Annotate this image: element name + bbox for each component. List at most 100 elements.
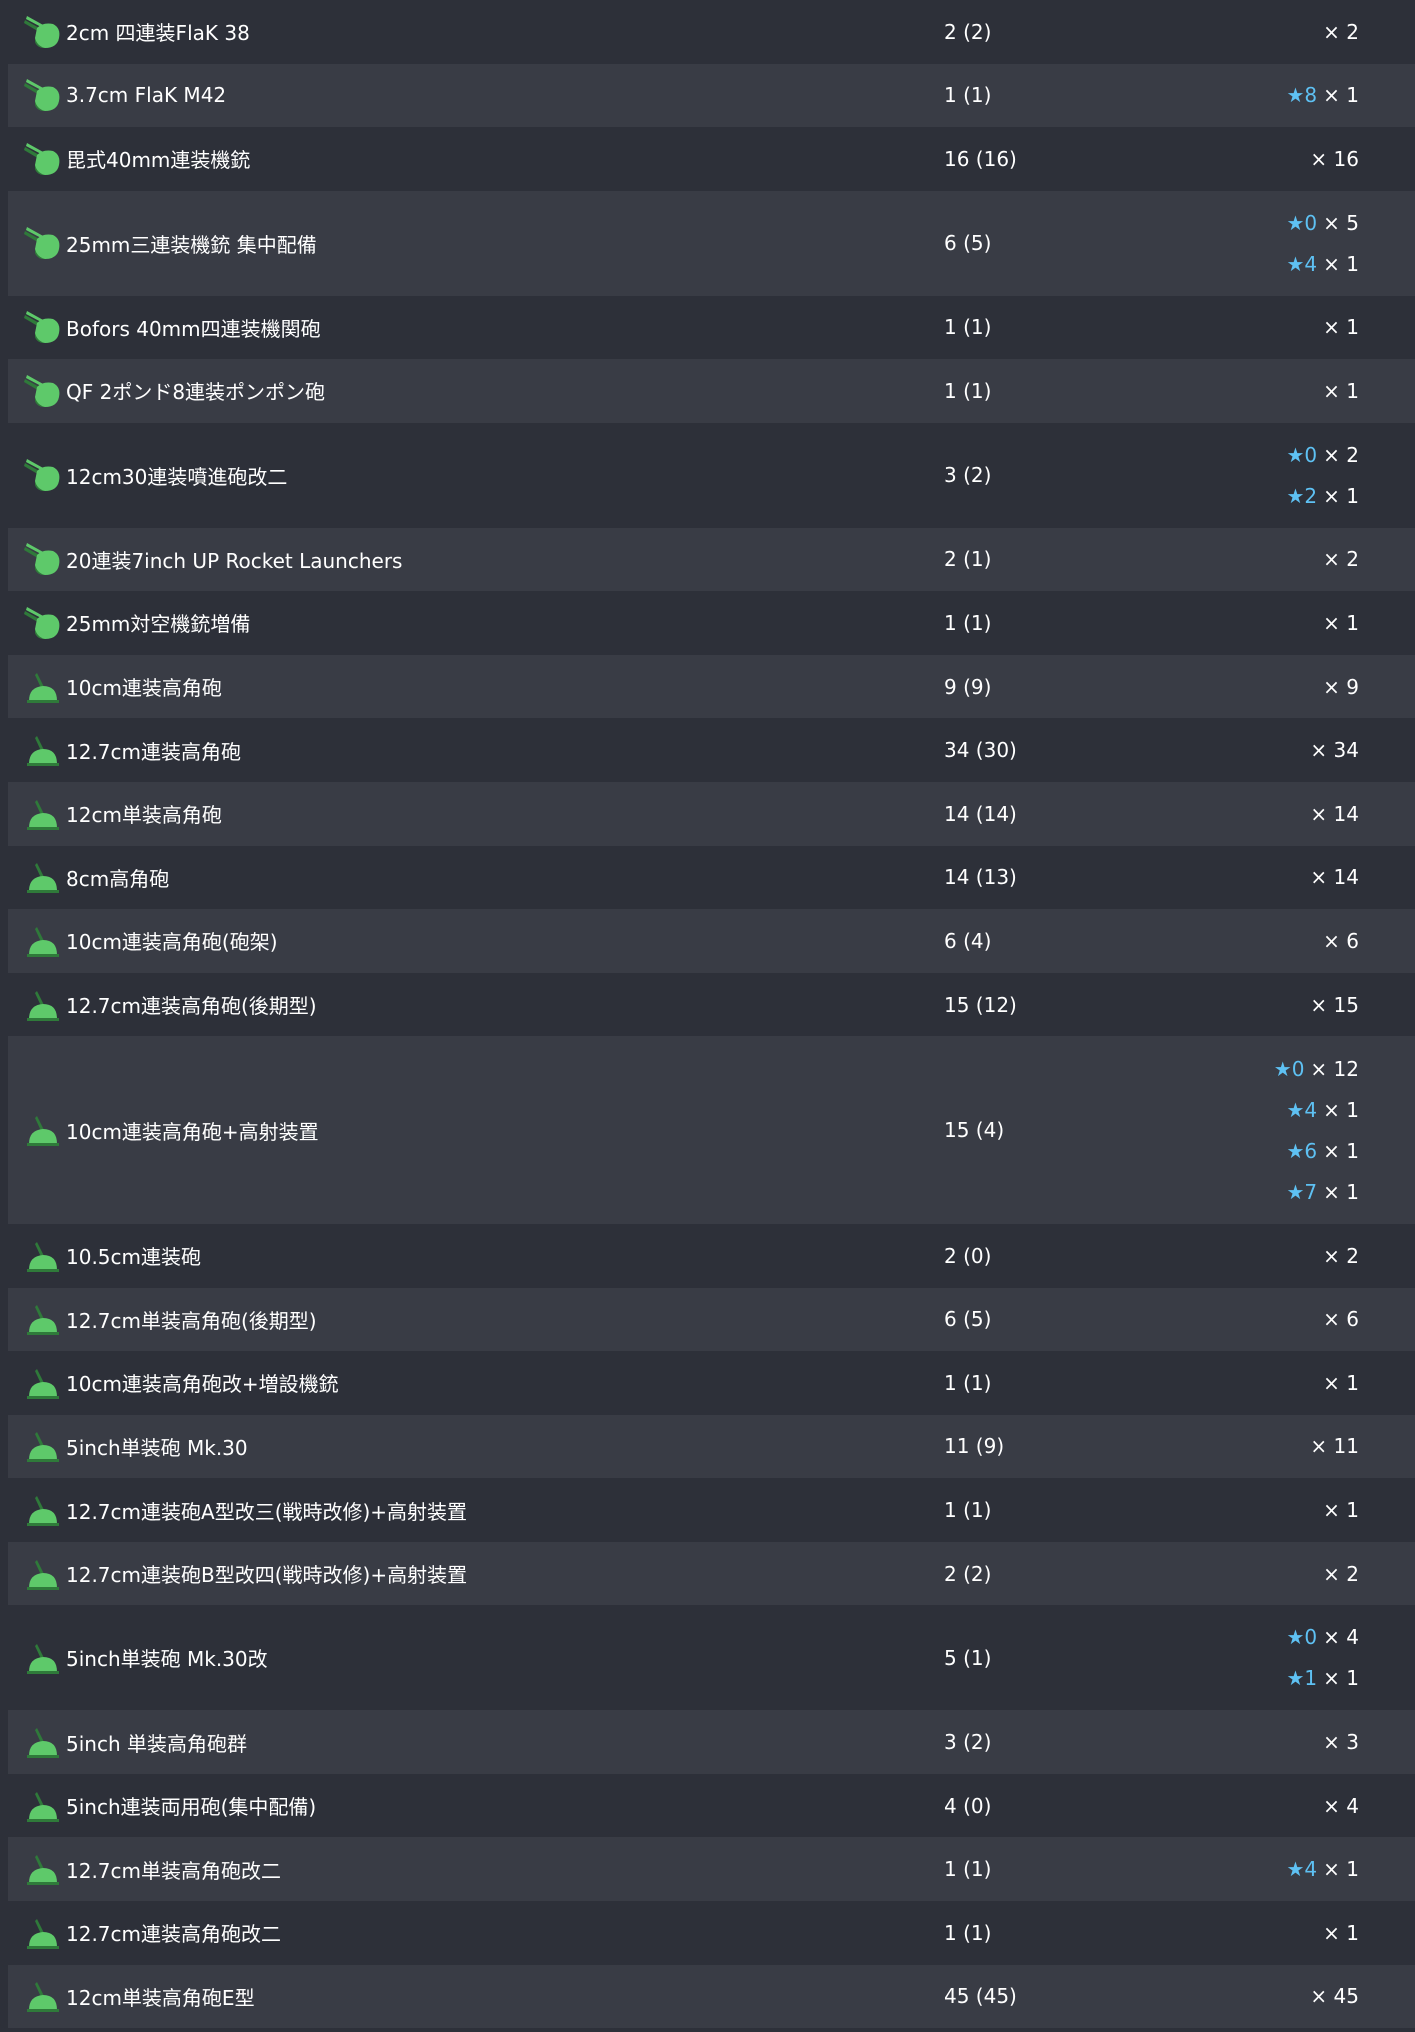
equipment-name-cell: 5inch連装両用砲(集中配備) (8, 1786, 944, 1826)
equipment-name: 10cm連装高角砲改+増設機銃 (66, 1372, 339, 1397)
high-angle-gun-icon (20, 1236, 66, 1276)
equipment-name-cell: 12cm単装高角砲 (8, 794, 944, 834)
improvement-multiplier: × 34 (1310, 738, 1359, 763)
equipment-name: 12.7cm単装高角砲改二 (66, 1858, 282, 1883)
equipment-name: 毘式40mm連装機銃 (66, 148, 251, 173)
high-angle-gun-icon (20, 1363, 66, 1403)
equipment-count: 2 (0) (944, 1243, 992, 1268)
improvement-breakdown: ★8 × 1 (1287, 75, 1360, 116)
equipment-count: 1 (1) (944, 83, 992, 108)
equipment-name: 12cm30連装噴進砲改二 (66, 464, 288, 489)
improvement-multiplier: × 1 (1323, 315, 1359, 340)
equipment-name: 10cm連装高角砲(砲架) (66, 930, 278, 955)
improvement-line: ★2 × 1 (1287, 475, 1360, 516)
high-angle-gun-icon (20, 1490, 66, 1530)
improvement-breakdown: ★4 × 1 (1287, 1849, 1360, 1890)
equipment-count: 15 (12) (944, 992, 1017, 1017)
improvement-line: × 9 (1292, 666, 1359, 707)
equipment-count: 9 (9) (944, 674, 992, 699)
improvement-breakdown: × 2 (1292, 1235, 1359, 1276)
improvement-multiplier: × 11 (1310, 1434, 1359, 1459)
equipment-name: 20連装7inch UP Rocket Launchers (66, 548, 403, 573)
improvement-multiplier: × 2 (1323, 1561, 1359, 1586)
improvement-breakdown: ★0 × 2 ★2 × 1 (1287, 434, 1360, 516)
improvement-multiplier: × 2 (1323, 442, 1359, 467)
high-angle-gun-icon (20, 1554, 66, 1594)
improvement-multiplier: × 2 (1323, 1243, 1359, 1268)
improvement-breakdown: × 34 (1292, 730, 1359, 771)
equipment-name: 5inch単装砲 Mk.30 (66, 1435, 248, 1460)
improvement-multiplier: × 6 (1323, 1307, 1359, 1332)
improvement-breakdown: × 45 (1292, 1976, 1359, 2017)
high-angle-gun-icon (20, 921, 66, 961)
improvement-line: × 11 (1292, 1426, 1359, 1467)
high-angle-gun-icon (20, 1849, 66, 1889)
equipment-name: 12.7cm連装砲B型改四(戦時改修)+高射装置 (66, 1563, 468, 1588)
equipment-name-cell: 25mm対空機銃増備 (8, 603, 944, 643)
high-angle-gun-icon (20, 1426, 66, 1466)
improvement-multiplier: × 14 (1310, 865, 1359, 890)
equipment-name: Bofors 40mm四連装機関砲 (66, 316, 321, 341)
aa-machine-gun-icon (20, 603, 66, 643)
table-row: 8cm高角砲 14 (13) × 14 (8, 845, 1415, 910)
equipment-count: 15 (4) (944, 1118, 1005, 1143)
equipment-name-cell: Bofors 40mm四連装機関砲 (8, 307, 944, 347)
improvement-multiplier: × 1 (1323, 378, 1359, 403)
equipment-count: 5 (1) (944, 1645, 992, 1670)
improvement-breakdown: × 6 (1292, 1299, 1359, 1340)
high-angle-gun-icon (20, 1638, 66, 1678)
improvement-multiplier: × 6 (1323, 928, 1359, 953)
improvement-line: × 1 (1292, 1912, 1359, 1953)
equipment-name-cell: 12.7cm単装高角砲改二 (8, 1849, 944, 1889)
aa-machine-gun-icon (20, 371, 66, 411)
improvement-multiplier: × 12 (1310, 1056, 1359, 1081)
high-angle-gun-icon (20, 1913, 66, 1953)
equipment-name-cell: 3.7cm FlaK M42 (8, 75, 944, 115)
improvement-star-level: ★4 (1286, 1097, 1318, 1122)
high-angle-gun-icon (20, 1722, 66, 1762)
high-angle-gun-icon (20, 1299, 66, 1339)
aa-machine-gun-icon (20, 139, 66, 179)
equipment-name: 2cm 四連装FlaK 38 (66, 21, 250, 46)
table-row: 25mm三連装機銃 集中配備 6 (5) ★0 × 5 ★4 × 1 (8, 190, 1415, 296)
high-angle-gun-icon (20, 857, 66, 897)
improvement-multiplier: × 2 (1323, 547, 1359, 572)
improvement-star-level: ★2 (1286, 483, 1318, 508)
table-row: 12cm単装高角砲 14 (14) × 14 (8, 781, 1415, 846)
table-row: 12.7cm単装高角砲改二 1 (1) ★4 × 1 (8, 1837, 1415, 1902)
equipment-count: 3 (2) (944, 1730, 992, 1755)
table-row: 5inch単装砲 Mk.30改 5 (1) ★0 × 4 ★1 × 1 (8, 1605, 1415, 1711)
improvement-star-level: ★6 (1286, 1138, 1318, 1163)
improvement-line: ★8 × 1 (1287, 75, 1360, 116)
improvement-star-level: ★8 (1286, 83, 1318, 108)
improvement-star-level: ★4 (1286, 1857, 1318, 1882)
improvement-multiplier: × 1 (1323, 483, 1359, 508)
equipment-name: 12.7cm連装高角砲 (66, 739, 242, 764)
equipment-count: 11 (9) (944, 1434, 1005, 1459)
equipment-name-cell: 12.7cm連装砲A型改三(戦時改修)+高射装置 (8, 1490, 944, 1530)
improvement-breakdown: × 2 (1292, 539, 1359, 580)
table-row: 10cm連装高角砲 9 (9) × 9 (8, 654, 1415, 719)
equipment-name: 10cm連装高角砲+高射装置 (66, 1119, 319, 1144)
improvement-breakdown: × 1 (1292, 1362, 1359, 1403)
equipment-name-cell: 12cm単装高角砲E型 (8, 1976, 944, 2016)
equipment-name-cell: 12.7cm単装高角砲(後期型) (8, 1299, 944, 1339)
equipment-name-cell: 12.7cm連装高角砲 (8, 730, 944, 770)
table-row: 5inch単装砲 Mk.30 11 (9) × 11 (8, 1414, 1415, 1479)
equipment-name: 3.7cm FlaK M42 (66, 83, 227, 108)
equipment-name: 12.7cm連装高角砲改二 (66, 1922, 282, 1947)
equipment-count: 4 (0) (944, 1793, 992, 1818)
equipment-name-cell: 8cm高角砲 (8, 857, 944, 897)
table-row: 5inch連装両用砲(集中配備) 4 (0) × 4 (8, 1773, 1415, 1838)
high-angle-gun-icon (20, 667, 66, 707)
improvement-multiplier: × 45 (1310, 1984, 1359, 2009)
improvement-breakdown: × 1 (1292, 1912, 1359, 1953)
improvement-line: ★4 × 1 (1287, 243, 1360, 284)
improvement-multiplier: × 4 (1323, 1793, 1359, 1818)
improvement-star-level: ★0 (1273, 1056, 1305, 1081)
improvement-line: × 14 (1292, 857, 1359, 898)
equipment-count: 3 (2) (944, 463, 992, 488)
equipment-name: 10cm連装高角砲 (66, 676, 222, 701)
improvement-line: × 6 (1292, 1299, 1359, 1340)
table-row: 3.7cm FlaK M42 1 (1) ★8 × 1 (8, 63, 1415, 128)
